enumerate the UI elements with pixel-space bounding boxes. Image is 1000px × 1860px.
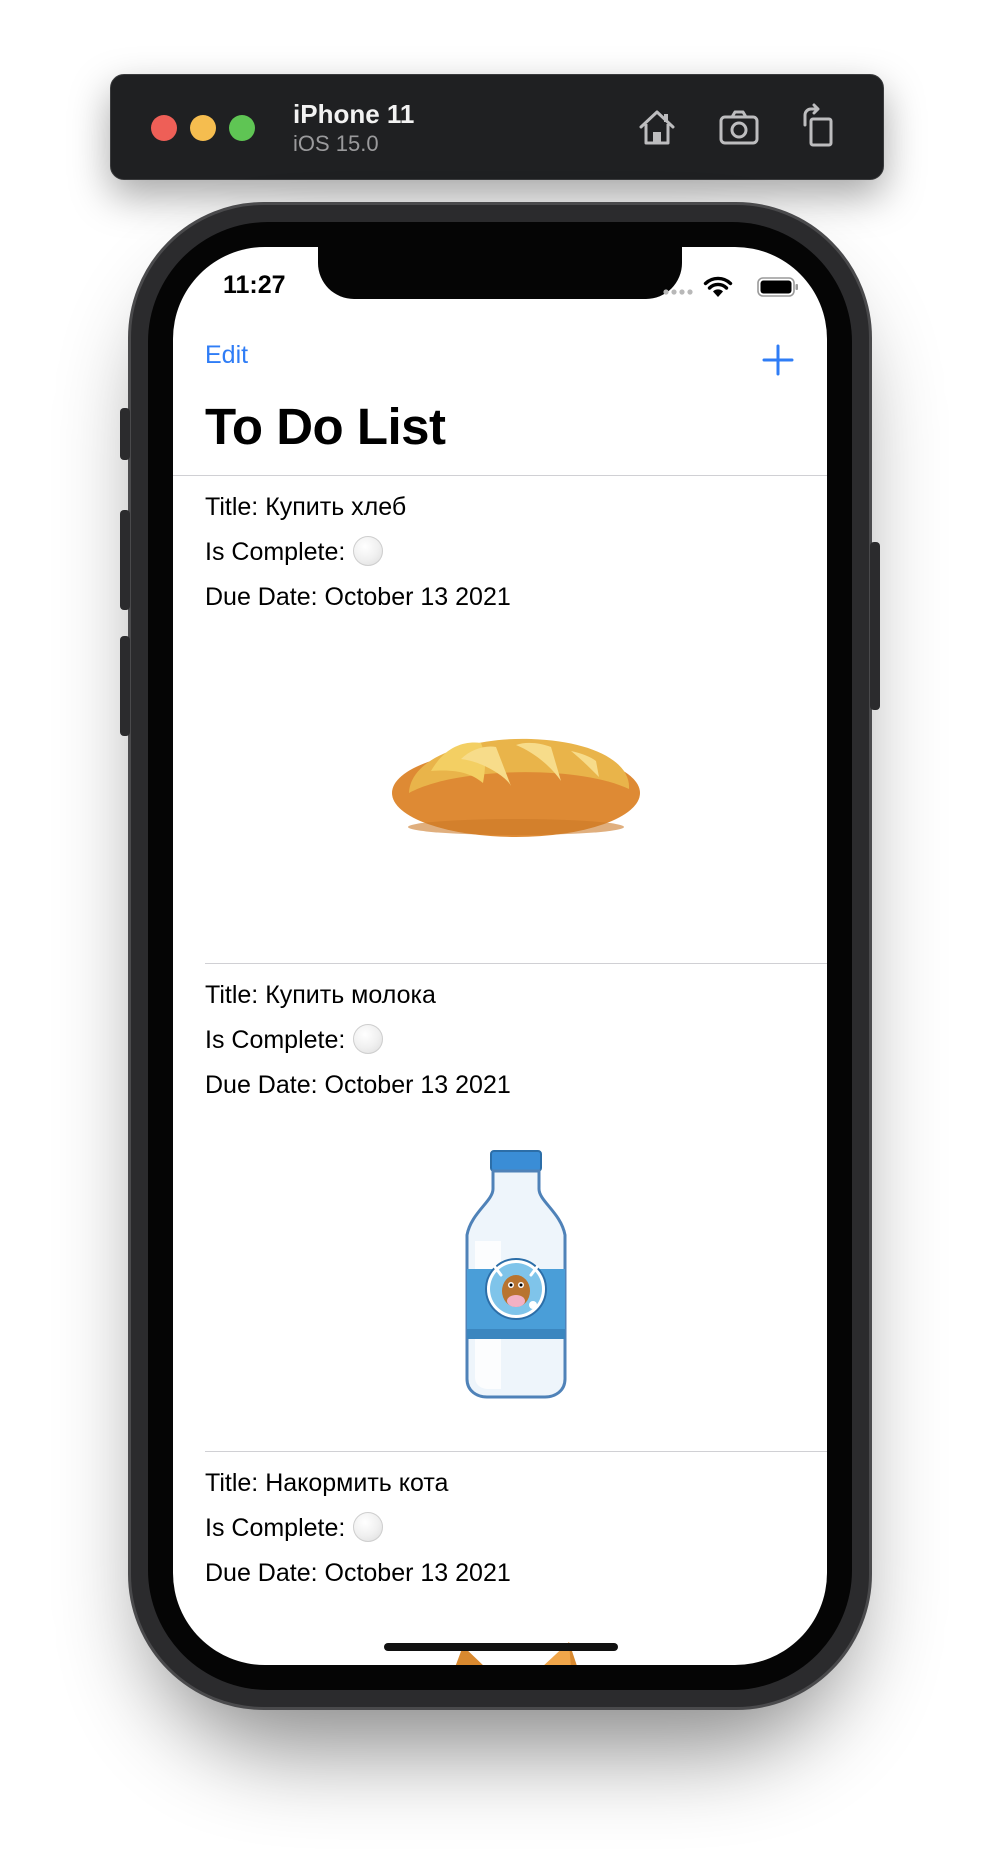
list-item[interactable]: Title: Купить молока Is Complete: Due Da… (173, 964, 827, 1452)
notch (318, 247, 682, 299)
complete-label: Is Complete: (205, 538, 346, 566)
list-item[interactable]: Title: Накормить кота Is Complete: Due D… (173, 1452, 827, 1665)
zoom-window-button[interactable] (229, 115, 255, 141)
screenshot-icon[interactable] (715, 103, 763, 151)
power-button (870, 542, 880, 710)
item-title: Title: Накормить кота (205, 1469, 449, 1497)
status-icons (659, 275, 799, 299)
list-item[interactable]: Title: Купить хлеб Is Complete: Due Date… (173, 476, 827, 964)
phone-screen: 11:27 Edit To Do List Title: Купить хлеб… (173, 247, 827, 1665)
complete-toggle[interactable] (353, 536, 384, 567)
home-icon[interactable] (633, 103, 681, 151)
item-complete: Is Complete: (205, 536, 384, 567)
item-complete: Is Complete: (205, 1512, 384, 1543)
device-name: iPhone 11 (293, 99, 415, 129)
home-indicator[interactable] (384, 1643, 618, 1651)
item-due-date: Due Date: October 13 2021 (205, 1559, 511, 1587)
item-title: Title: Купить хлеб (205, 493, 407, 521)
complete-label: Is Complete: (205, 1026, 346, 1054)
mute-switch (120, 408, 130, 460)
complete-toggle[interactable] (353, 1512, 384, 1543)
battery-icon (757, 277, 798, 297)
complete-toggle[interactable] (353, 1024, 384, 1055)
edit-button[interactable]: Edit (205, 341, 248, 370)
simulator-toolbar: iPhone 11 iOS 15.0 (110, 74, 884, 180)
item-due-date: Due Date: October 13 2021 (205, 1071, 511, 1099)
plus-icon[interactable] (761, 343, 795, 377)
rotate-icon[interactable] (795, 103, 843, 151)
item-due-date: Due Date: October 13 2021 (205, 583, 511, 611)
close-window-button[interactable] (151, 115, 177, 141)
os-version: iOS 15.0 (293, 131, 379, 156)
item-complete: Is Complete: (205, 1024, 384, 1055)
wifi-icon (703, 276, 733, 297)
status-time: 11:27 (223, 271, 286, 299)
complete-label: Is Complete: (205, 1514, 346, 1542)
volume-down-button (120, 636, 130, 736)
volume-up-button (120, 510, 130, 610)
page-title: To Do List (205, 398, 446, 455)
item-title: Title: Купить молока (205, 981, 436, 1009)
todo-list: Title: Купить хлеб Is Complete: Due Date… (173, 476, 827, 1665)
bread-image (205, 636, 827, 936)
cellular-signal-icon (663, 289, 693, 295)
minimize-window-button[interactable] (190, 115, 216, 141)
milk-bottle-image (205, 1124, 827, 1424)
